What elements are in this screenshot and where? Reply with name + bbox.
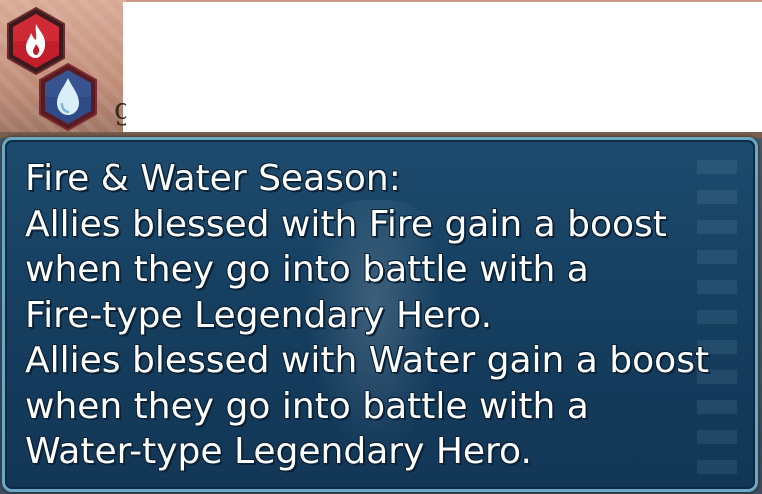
blank-panel <box>123 2 762 135</box>
tooltip-line: when they go into battle with a <box>25 249 589 290</box>
partial-label: g <box>114 92 126 127</box>
tooltip-line: when they go into battle with a <box>25 385 589 427</box>
tooltip-line: Water-type Legendary Hero. <box>25 431 532 472</box>
season-tooltip: Fire & Water Season: Allies blessed with… <box>2 137 758 492</box>
tooltip-line: Allies blessed with Water gain a boost <box>25 340 710 381</box>
tooltip-line: Allies blessed with Fire gain a boost <box>25 203 667 245</box>
water-blessing-icon[interactable] <box>36 62 100 132</box>
tooltip-line: Fire-type Legendary Hero. <box>25 294 493 336</box>
tooltip-text: Fire & Water Season: Allies blessed with… <box>25 156 755 475</box>
tooltip-title: Fire & Water Season: <box>25 158 401 199</box>
